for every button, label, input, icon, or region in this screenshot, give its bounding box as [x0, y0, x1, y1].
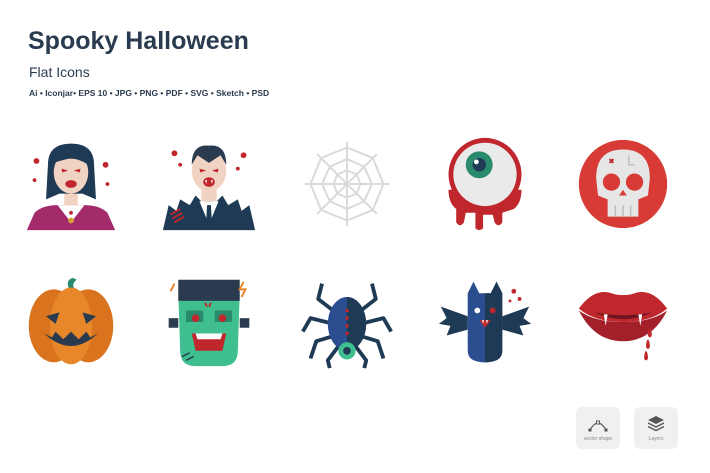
- vampire-lips-icon: [575, 274, 671, 370]
- vector-shape-badge: vector shape: [576, 407, 620, 449]
- page-subtitle: Flat Icons: [29, 64, 90, 80]
- vampire-woman-icon: [23, 136, 119, 232]
- bloody-eyeball-icon: [437, 136, 533, 232]
- vector-shape-label: vector shape: [583, 436, 613, 442]
- page-title: Spooky Halloween: [28, 27, 249, 55]
- file-formats-line: Ai • Iconjar• EPS 10 • JPG • PNG • PDF •…: [29, 88, 270, 98]
- dracula-icon: [161, 136, 257, 232]
- vector-shape-icon: [588, 420, 608, 432]
- bat-icon: [437, 274, 533, 370]
- layers-badge: Layers: [634, 407, 678, 449]
- skull-icon: [575, 136, 671, 232]
- layers-icon: [647, 416, 665, 432]
- layers-label: Layers: [648, 436, 664, 442]
- frankenstein-icon: [161, 274, 257, 370]
- spider-icon: [299, 274, 395, 370]
- spider-web-icon: [299, 136, 395, 232]
- jack-o-lantern-icon: [23, 274, 119, 370]
